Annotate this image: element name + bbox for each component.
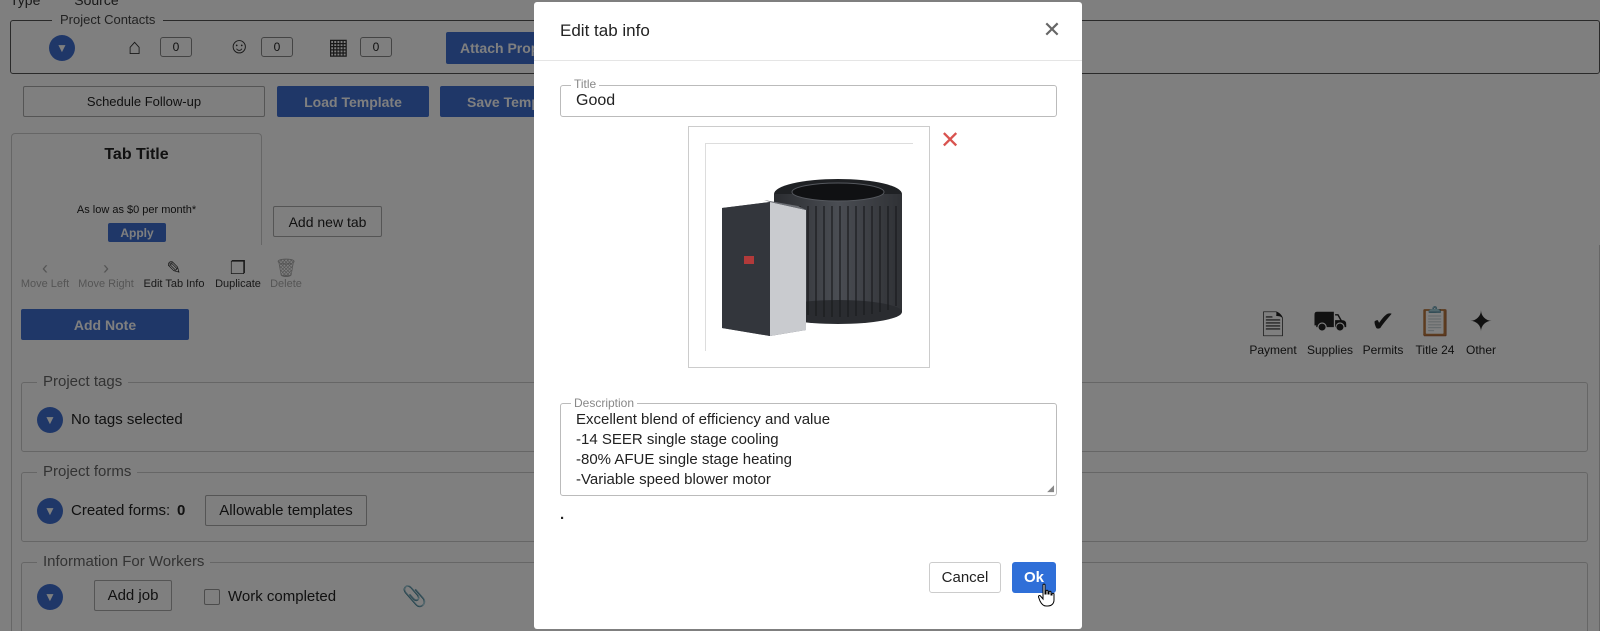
hand-cursor-icon — [1038, 583, 1055, 607]
resize-handle-icon[interactable]: ◢ — [1047, 483, 1054, 494]
description-value: Excellent blend of efficiency and value … — [576, 411, 831, 488]
ac-unit-image — [722, 179, 902, 336]
title-value: Good — [576, 92, 616, 109]
product-image — [705, 143, 913, 351]
product-image-frame[interactable] — [688, 126, 930, 368]
edit-tab-info-dialog: Edit tab info ✕ Good Title ✕ Excellent b… — [534, 2, 1082, 629]
remove-image-icon[interactable]: ✕ — [938, 127, 962, 154]
modal-title: Edit tab info — [560, 21, 650, 40]
title-field-label: Title — [571, 77, 600, 91]
description-textarea[interactable]: Excellent blend of efficiency and value … — [560, 403, 1057, 496]
description-label: Description — [571, 396, 638, 410]
title-field[interactable]: Good — [560, 85, 1057, 117]
page: Type Source Project Contacts ▼ ⌂ 0 ☺ 0 ▦… — [0, 0, 1600, 631]
dot-text: . — [560, 506, 565, 523]
close-icon[interactable]: ✕ — [1039, 17, 1065, 43]
cancel-button[interactable]: Cancel — [929, 562, 1001, 593]
